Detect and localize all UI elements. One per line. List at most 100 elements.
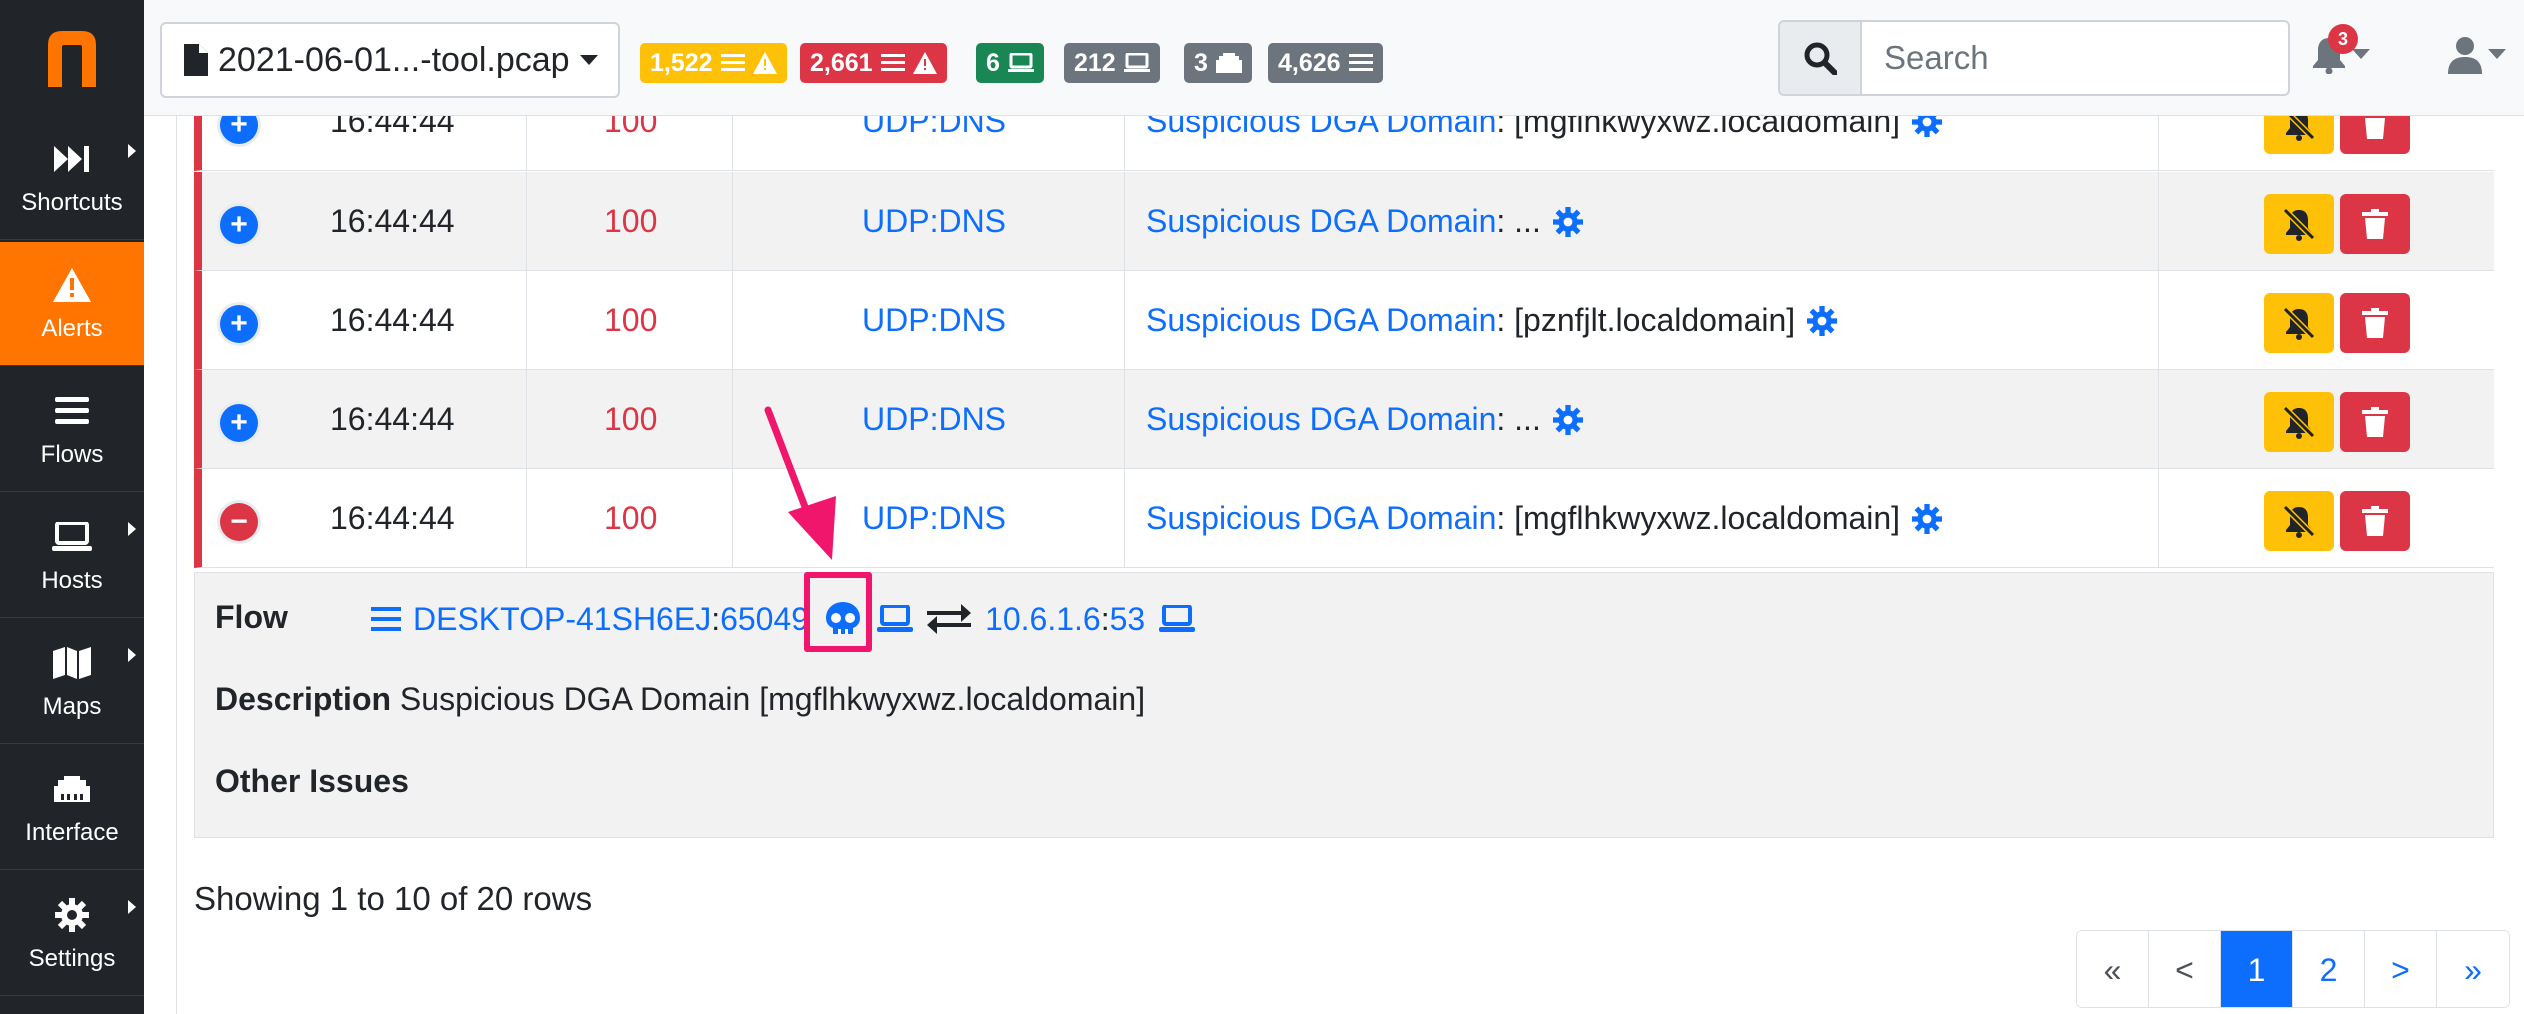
sidebar-item-label: Hosts [41, 566, 103, 594]
description-label: Description [215, 681, 392, 717]
sidebar-item-alerts[interactable]: Alerts [0, 242, 144, 366]
page-1-button[interactable]: 1 [2221, 931, 2293, 1007]
user-menu-button[interactable] [2448, 36, 2506, 74]
alert-time: 16:44:44 [330, 500, 455, 536]
caret-down-icon [2488, 49, 2506, 59]
exchange-arrows-icon [927, 602, 972, 636]
page-last-button[interactable]: » [2437, 931, 2509, 1007]
caret-right-icon [128, 648, 136, 662]
alert-time: 16:44:44 [330, 203, 455, 239]
map-icon [52, 643, 92, 683]
expand-row-icon[interactable]: + [220, 206, 258, 244]
sidebar-item-settings[interactable]: Settings [0, 872, 144, 996]
client-host-link[interactable]: DESKTOP-41SH6EJ [413, 601, 711, 638]
notification-count-badge: 3 [2328, 24, 2358, 54]
logo-mark [48, 31, 96, 87]
badge-engaged-alerts-warning[interactable]: 1,522 [640, 43, 787, 83]
badge-devices[interactable]: 3 [1184, 43, 1252, 83]
alert-l7-protocol[interactable]: UDP:DNS [862, 469, 1006, 568]
alert-type-link[interactable]: Suspicious DGA Domain [1146, 401, 1496, 438]
ethernet-icon [52, 769, 92, 809]
description-text: Suspicious DGA Domain [mgflhkwyxwz.local… [399, 681, 1146, 717]
collapse-row-icon[interactable]: − [220, 503, 258, 541]
sidebar-item-label: Settings [28, 944, 116, 972]
bars-icon [720, 54, 745, 71]
flow-summary: DESKTOP-41SH6EJ : 65049 10.6.1.6 : 53 [371, 595, 1196, 643]
badge-flows[interactable]: 4,626 [1268, 43, 1383, 83]
column-divider [732, 271, 733, 370]
column-divider [1124, 271, 1125, 370]
page-first-button[interactable]: « [2077, 931, 2149, 1007]
rows-summary: Showing 1 to 10 of 20 rows [194, 880, 593, 917]
content-border [176, 116, 177, 1014]
pcap-file-select[interactable]: 2021-06-01...-tool.pcap [160, 22, 620, 98]
search-icon [1804, 42, 1837, 75]
laptop-icon [1007, 53, 1034, 72]
column-divider [526, 469, 527, 568]
topbar: 2021-06-01...-tool.pcap 1,522 2,661 6 21… [144, 0, 2524, 116]
warning-icon [752, 52, 777, 74]
sidebar-item-maps[interactable]: Maps [0, 620, 144, 744]
column-divider [1124, 370, 1125, 469]
delete-alert-button[interactable] [2340, 194, 2410, 254]
caret-right-icon [128, 522, 136, 536]
badge-remote-hosts[interactable]: 212 [1064, 43, 1160, 83]
alert-l7-protocol[interactable]: UDP:DNS [862, 271, 1006, 370]
gear-icon[interactable] [1912, 503, 1943, 534]
gear-icon[interactable] [1807, 305, 1838, 336]
warning-icon [52, 265, 92, 305]
sidebar-item-label: Flows [40, 440, 104, 468]
page-prev-button[interactable]: < [2149, 931, 2221, 1007]
acknowledge-alert-button[interactable] [2264, 293, 2334, 353]
sidebar-item-shortcuts[interactable]: Shortcuts [0, 116, 144, 240]
acknowledge-alert-button[interactable] [2264, 491, 2334, 551]
flow-label: Flow [215, 599, 288, 635]
expand-row-icon[interactable]: + [220, 404, 258, 442]
page-next-button[interactable]: > [2365, 931, 2437, 1007]
acknowledge-alert-button[interactable] [2264, 194, 2334, 254]
table-row: − 16:44:44 100 UDP:DNS Suspicious DGA Domain… [194, 469, 2494, 568]
sidebar-item-label: Shortcuts [21, 188, 123, 216]
bars-icon [1348, 54, 1373, 71]
alert-type-link[interactable]: Suspicious DGA Domain [1146, 500, 1496, 537]
alert-score: 100 [604, 302, 658, 338]
alert-value: ... [1514, 401, 1541, 437]
badge-local-hosts[interactable]: 6 [976, 43, 1044, 83]
sidebar-item-interface[interactable]: Interface [0, 746, 144, 870]
page-2-button[interactable]: 2 [2293, 931, 2365, 1007]
bell-slash-icon [2282, 306, 2316, 340]
callout-highlight-box [804, 572, 872, 652]
sidebar-item-flows[interactable]: Flows [0, 368, 144, 492]
server-port-link[interactable]: 53 [1110, 601, 1146, 638]
other-issues-label: Other Issues [215, 763, 409, 799]
alert-type-link[interactable]: Suspicious DGA Domain [1146, 302, 1496, 339]
sidebar-item-hosts[interactable]: Hosts [0, 494, 144, 618]
column-divider [2158, 271, 2159, 370]
delete-alert-button[interactable] [2340, 392, 2410, 452]
gear-icon[interactable] [1552, 206, 1583, 237]
badge-value: 3 [1194, 48, 1208, 77]
search-input[interactable] [1860, 20, 2290, 96]
alert-l7-protocol[interactable]: UDP:DNS [862, 172, 1006, 271]
caret-down-icon [579, 55, 598, 65]
search-button[interactable] [1778, 20, 1862, 96]
client-port-link[interactable]: 65049 [720, 601, 809, 638]
ntopng-logo[interactable] [0, 0, 144, 116]
alert-description: Suspicious DGA Domain: ... [1146, 172, 1583, 271]
caret-down-icon [2352, 49, 2370, 59]
trash-icon [2362, 407, 2388, 437]
acknowledge-alert-button[interactable] [2264, 392, 2334, 452]
badge-value: 2,661 [810, 48, 873, 77]
alert-l7-protocol[interactable]: UDP:DNS [862, 370, 1006, 469]
gear-icon[interactable] [1552, 404, 1583, 435]
bell-slash-icon [2282, 207, 2316, 241]
delete-alert-button[interactable] [2340, 491, 2410, 551]
alert-type-link[interactable]: Suspicious DGA Domain [1146, 203, 1496, 240]
delete-alert-button[interactable] [2340, 293, 2410, 353]
badge-value: 6 [986, 48, 1000, 77]
column-divider [732, 370, 733, 469]
flow-bars-icon[interactable] [371, 606, 401, 632]
badge-engaged-alerts-error[interactable]: 2,661 [800, 43, 947, 83]
server-host-link[interactable]: 10.6.1.6 [985, 601, 1101, 638]
expand-row-icon[interactable]: + [220, 305, 258, 343]
